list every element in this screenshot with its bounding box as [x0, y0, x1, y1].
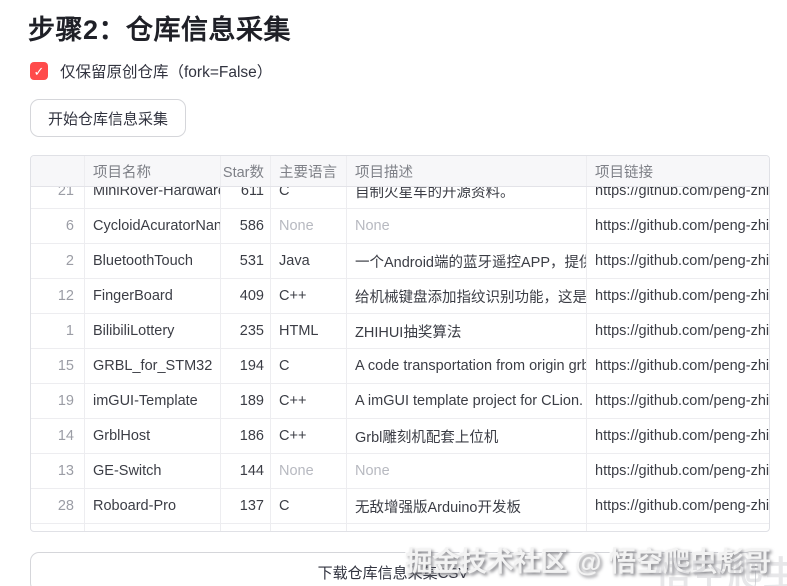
cell-desc: 无敌增强版Arduino开发板 — [347, 489, 587, 523]
cell-index: 1 — [31, 314, 85, 348]
col-header-stars: Star数 — [221, 156, 271, 186]
cell-link: https://github.com/peng-zhih — [595, 428, 769, 444]
table-row[interactable]: 2 BluetoothTouch 531 Java 一个Android端的蓝牙遥… — [31, 244, 769, 279]
cell-lang: C — [271, 489, 347, 523]
cell-stars: 137 — [221, 489, 271, 523]
cell-stars: 235 — [221, 314, 271, 348]
cell-name: FingerBoard — [85, 279, 221, 313]
cell-link: https://github.com/peng-zhih — [595, 463, 769, 479]
cell-link: https://github.com/peng-zhih — [595, 288, 769, 304]
cell-index: 15 — [31, 349, 85, 383]
cell-index: 2 — [31, 244, 85, 278]
cell-desc: None — [347, 454, 587, 488]
cell-index: 6 — [31, 209, 85, 243]
cell-name: BluetoothTouch — [85, 244, 221, 278]
cell-stars: 409 — [221, 279, 271, 313]
cell-desc: 给机械键盘添加指纹识别功能，这是A — [347, 279, 587, 313]
cell-stars: 611 — [221, 187, 271, 208]
cell-index: 19 — [31, 384, 85, 418]
cell-index: 14 — [31, 419, 85, 453]
cell-link: https://github.com/peng-zhih — [595, 187, 769, 199]
cell-stars: 194 — [221, 349, 271, 383]
cell-link: https://github.com/peng-zhih — [595, 358, 769, 374]
table-body[interactable]: 21 MiniRover-Hardware 611 C 自制火星车的开源资料。 … — [31, 187, 769, 531]
col-header-name: 项目名称 — [85, 156, 221, 186]
table-row[interactable]: 15 GRBL_for_STM32 194 C A code transport… — [31, 349, 769, 384]
col-header-index — [31, 156, 85, 186]
cell-name: GrblHost — [85, 419, 221, 453]
checkbox-label[interactable]: 仅保留原创仓库（fork=False） — [60, 60, 272, 82]
cell-desc: A code transportation from origin grbl_v — [347, 349, 587, 383]
table-row[interactable]: 12 FingerBoard 409 C++ 给机械键盘添加指纹识别功能，这是A… — [31, 279, 769, 314]
table-row[interactable]: 19 imGUI-Template 189 C++ A imGUI templa… — [31, 384, 769, 419]
col-header-desc: 项目描述 — [347, 156, 587, 186]
cell-desc: 自制火星车的开源资料。 — [347, 187, 587, 208]
cell-stars: 531 — [221, 244, 271, 278]
cell-index: 21 — [31, 187, 85, 208]
table-row[interactable]: 1 BilibiliLottery 235 HTML ZHIHUI抽奖算法 ht… — [31, 314, 769, 349]
start-collection-button[interactable]: 开始仓库信息采集 — [30, 99, 187, 137]
table-header-row: 项目名称 Star数 主要语言 项目描述 项目链接 — [31, 156, 769, 187]
checkbox-checked-icon[interactable]: ✓ — [30, 62, 48, 80]
cell-desc: ZHIHUI抽奖算法 — [347, 314, 587, 348]
col-header-lang: 主要语言 — [271, 156, 347, 186]
table-row[interactable]: 14 GrblHost 186 C++ Grbl雕刻机配套上位机 https:/… — [31, 419, 769, 454]
cell-index: 12 — [31, 279, 85, 313]
cell-name: GE-Switch — [85, 454, 221, 488]
cell-name: MiniRover-Hardware — [85, 187, 221, 208]
table-row[interactable]: 13 GE-Switch 144 None None https://githu… — [31, 454, 769, 489]
cell-desc: 一个Android端的蓝牙遥控APP，提供A — [347, 244, 587, 278]
fork-filter-checkbox[interactable]: ✓ 仅保留原创仓库（fork=False） — [30, 60, 272, 82]
table-row-partial — [31, 524, 769, 531]
cell-name: imGUI-Template — [85, 384, 221, 418]
cell-lang: C — [271, 349, 347, 383]
table-row[interactable]: 21 MiniRover-Hardware 611 C 自制火星车的开源资料。 … — [31, 187, 769, 209]
table-row[interactable]: 6 CycloidAcuratorNano 586 None None http… — [31, 209, 769, 244]
cell-desc: Grbl雕刻机配套上位机 — [347, 419, 587, 453]
cell-stars: 186 — [221, 419, 271, 453]
cell-index: 13 — [31, 454, 85, 488]
cell-name: Roboard-Pro — [85, 489, 221, 523]
cell-link: https://github.com/peng-zhih — [595, 253, 769, 269]
cell-stars: 189 — [221, 384, 271, 418]
cell-lang: C — [271, 187, 347, 208]
cell-index: 28 — [31, 489, 85, 523]
repo-dataframe[interactable]: 项目名称 Star数 主要语言 项目描述 项目链接 21 MiniRover-H… — [30, 155, 770, 532]
download-csv-button[interactable]: 下载仓库信息采集CSV — [30, 552, 756, 586]
col-header-link: 项目链接 — [595, 164, 653, 181]
cell-stars: 586 — [221, 209, 271, 243]
cell-name: CycloidAcuratorNano — [85, 209, 221, 243]
step2-page: 步骤2：仓库信息采集 ✓ 仅保留原创仓库（fork=False） 开始仓库信息采… — [0, 0, 787, 586]
cell-lang: C++ — [271, 279, 347, 313]
cell-lang: None — [271, 209, 347, 243]
table-row[interactable]: 28 Roboard-Pro 137 C 无敌增强版Arduino开发板 htt… — [31, 489, 769, 524]
cell-lang: None — [271, 454, 347, 488]
cell-name: BilibiliLottery — [85, 314, 221, 348]
cell-link: https://github.com/peng-zhih — [595, 498, 769, 514]
cell-lang: Java — [271, 244, 347, 278]
cell-name: GRBL_for_STM32 — [85, 349, 221, 383]
cell-link: https://github.com/peng-zhih — [595, 323, 769, 339]
cell-desc: None — [347, 209, 587, 243]
cell-link: https://github.com/peng-zhih — [595, 393, 769, 409]
cell-lang: C++ — [271, 419, 347, 453]
cell-link: https://github.com/peng-zhih — [595, 218, 769, 234]
cell-desc: A imGUI template project for CLion. — [347, 384, 587, 418]
check-icon: ✓ — [33, 63, 45, 79]
cell-lang: HTML — [271, 314, 347, 348]
cell-stars: 144 — [221, 454, 271, 488]
page-title: 步骤2：仓库信息采集 — [28, 15, 292, 45]
cell-lang: C++ — [271, 384, 347, 418]
